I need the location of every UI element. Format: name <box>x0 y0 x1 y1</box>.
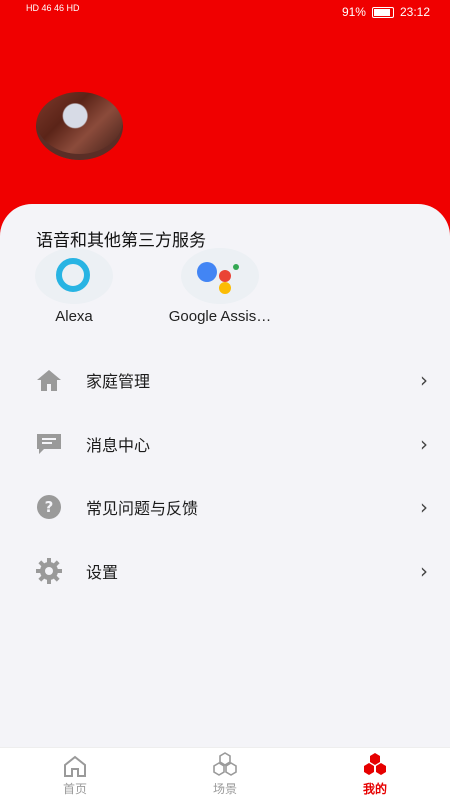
service-alexa[interactable]: Alexa <box>4 248 144 325</box>
battery-icon <box>371 6 394 18</box>
home-outline-icon <box>64 755 86 777</box>
tab-scenes[interactable]: 场景 <box>180 748 270 800</box>
tab-mine[interactable]: 我的 <box>330 748 420 800</box>
alexa-label: Alexa <box>55 308 93 325</box>
svg-text:?: ? <box>45 498 54 516</box>
network-indicators: HD 46 46 HD <box>26 3 80 13</box>
chevron-right-icon: › <box>420 559 428 583</box>
help-icon: ? <box>34 492 64 522</box>
chevron-right-icon: › <box>420 368 428 392</box>
chevron-right-icon: › <box>420 495 428 519</box>
clock: 23:12 <box>399 5 430 19</box>
status-left: HD 46 46 HD <box>26 4 80 13</box>
gear-icon <box>34 556 64 586</box>
menu-message-center[interactable]: 消息中心 › <box>0 420 450 468</box>
tab-home[interactable]: 首页 <box>30 748 120 800</box>
tab-label-scenes: 场景 <box>212 782 237 796</box>
menu-label-settings: 设置 <box>86 563 119 582</box>
menu-label-faq: 常见问题与反馈 <box>86 499 199 518</box>
service-google-assistant[interactable]: Google Assis… <box>150 248 290 325</box>
battery-percent: 91% <box>341 5 366 19</box>
avatar[interactable] <box>36 92 123 160</box>
chevron-right-icon: › <box>420 432 428 456</box>
google-assistant-label: Google Assis… <box>168 308 272 325</box>
hexagons-filled-icon <box>364 753 386 775</box>
menu-label-messages: 消息中心 <box>86 436 151 455</box>
home-icon <box>34 365 64 395</box>
google-assistant-icon <box>181 248 259 304</box>
tab-label-home: 首页 <box>62 782 87 796</box>
alexa-icon <box>35 248 113 304</box>
menu-label-home: 家庭管理 <box>86 372 151 391</box>
status-right: 91% 23:12 <box>342 5 430 19</box>
menu-faq-feedback[interactable]: ? 常见问题与反馈 › <box>0 483 450 531</box>
hexagons-icon <box>213 752 237 776</box>
tab-label-mine: 我的 <box>362 782 387 796</box>
bottom-nav: 首页 场景 我的 <box>0 747 450 800</box>
status-bar: HD 46 46 HD 91% 23:12 <box>0 0 450 28</box>
menu-settings[interactable]: 设置 › <box>0 547 450 595</box>
message-icon <box>34 429 64 459</box>
menu-home-management[interactable]: 家庭管理 › <box>0 356 450 404</box>
